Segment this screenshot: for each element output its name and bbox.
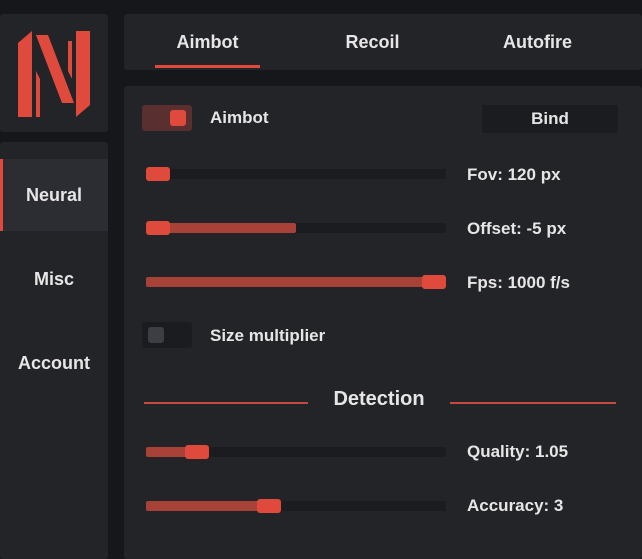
aimbot-toggle[interactable] <box>142 105 192 131</box>
tab-aimbot[interactable]: Aimbot <box>155 14 260 70</box>
toggle-knob <box>170 110 186 126</box>
aimbot-panel: Aimbot Bind Fov: 120 px Offset: -5 px Fp… <box>124 86 642 559</box>
tab-label: Autofire <box>503 31 572 52</box>
sidebar: Neural Misc Account <box>0 142 108 559</box>
aimbot-toggle-label: Aimbot <box>210 108 269 127</box>
quality-slider[interactable] <box>146 445 446 459</box>
divider <box>450 402 616 404</box>
logo-panel <box>0 14 108 132</box>
sidebar-item-neural[interactable]: Neural <box>0 159 108 231</box>
fov-label: Fov: 120 px <box>467 165 561 184</box>
tab-recoil[interactable]: Recoil <box>320 14 425 70</box>
app-window: Neural Misc Account Aimbot Recoil Autofi… <box>0 0 642 559</box>
accuracy-label: Accuracy: 3 <box>467 496 564 515</box>
sidebar-item-label: Neural <box>25 184 83 205</box>
sidebar-item-account[interactable]: Account <box>0 327 108 399</box>
slider-thumb[interactable] <box>146 167 170 181</box>
bind-button[interactable]: Bind <box>482 105 618 133</box>
tab-label: Recoil <box>345 31 400 52</box>
fps-label: Fps: 1000 f/s <box>467 273 570 292</box>
offset-label: Offset: -5 px <box>467 219 567 238</box>
sidebar-item-misc[interactable]: Misc <box>0 243 108 315</box>
slider-thumb[interactable] <box>185 445 209 459</box>
tab-label: Aimbot <box>176 31 239 52</box>
slider-thumb[interactable] <box>146 221 170 235</box>
quality-label: Quality: 1.05 <box>467 442 569 461</box>
detection-title: Detection <box>333 388 425 410</box>
size-multiplier-toggle[interactable] <box>142 322 192 348</box>
tab-autofire[interactable]: Autofire <box>480 14 595 70</box>
toggle-knob <box>148 327 164 343</box>
accuracy-slider[interactable] <box>146 499 446 513</box>
slider-fill <box>146 501 269 511</box>
fps-slider[interactable] <box>146 275 446 289</box>
slider-fill <box>146 277 434 287</box>
sidebar-item-label: Account <box>18 352 90 373</box>
offset-slider[interactable] <box>146 221 446 235</box>
size-multiplier-label: Size multiplier <box>210 326 326 345</box>
n-logo-icon <box>18 31 90 117</box>
fov-slider[interactable] <box>146 167 446 181</box>
tab-bar: Aimbot Recoil Autofire <box>124 14 642 70</box>
divider <box>144 402 308 404</box>
sidebar-item-label: Misc <box>33 268 75 289</box>
slider-thumb[interactable] <box>257 499 281 513</box>
slider-thumb[interactable] <box>422 275 446 289</box>
